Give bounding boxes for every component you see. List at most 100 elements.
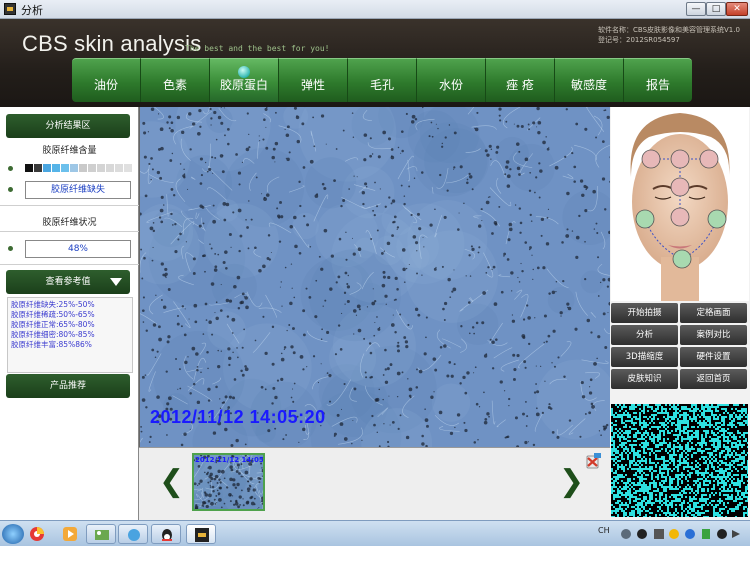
scale-swatch	[106, 164, 114, 172]
bullet-icon	[8, 187, 13, 192]
scale-swatch	[79, 164, 87, 172]
active-tab-indicator-icon	[238, 66, 250, 78]
left-cheek-marker	[635, 209, 655, 229]
cbs-app-icon[interactable]	[186, 524, 216, 544]
scale-swatch	[52, 164, 60, 172]
control-panel: 开始拍摄 定格画面 分析 案例对比 3D描缩度 硬件设置 皮肤知识 返回首页	[610, 107, 750, 520]
tab-label: 报告	[645, 78, 670, 92]
tab-label: 水份	[438, 78, 463, 92]
control-buttons: 开始拍摄 定格画面 分析 案例对比 3D描缩度 硬件设置 皮肤知识 返回首页	[611, 303, 747, 389]
delete-image-icon[interactable]	[584, 452, 602, 470]
screen-bottom	[0, 546, 750, 567]
scale-swatch	[70, 164, 78, 172]
nose-tip-marker	[670, 207, 690, 227]
brand-logo: CBS skin analysis	[22, 31, 202, 56]
bullet-icon	[8, 166, 13, 171]
face-portrait-image	[630, 113, 730, 301]
analysis-preview	[611, 404, 748, 517]
app-header: CBS skin analysis The best and the best …	[0, 19, 750, 107]
analysis-result-header: 分析结果区	[6, 114, 130, 138]
tab-7[interactable]: 敏感度	[555, 58, 624, 102]
collagen-content-label: 胶原纤维含量	[42, 146, 97, 156]
scale-swatch	[43, 164, 51, 172]
tab-2[interactable]: 胶原蛋白	[210, 58, 279, 102]
control-button-0[interactable]: 开始拍摄	[611, 303, 678, 323]
tray-language[interactable]: CH	[598, 526, 610, 535]
browser-icon[interactable]	[22, 524, 52, 544]
software-name: 软件名称：CBS皮肤影像和美容管理系统V1.0	[598, 26, 740, 34]
minimize-button[interactable]: —	[686, 2, 706, 16]
media-player-icon[interactable]	[55, 524, 85, 544]
maximize-button[interactable]: □	[706, 2, 726, 16]
tab-label: 毛孔	[369, 78, 394, 92]
previous-image-button[interactable]: ❮	[159, 464, 184, 499]
tab-0[interactable]: 油份	[72, 58, 141, 102]
tab-3[interactable]: 弹性	[279, 58, 348, 102]
product-recommend-button[interactable]: 产品推荐	[6, 374, 130, 398]
analysis-result-panel: 分析结果区 胶原纤维含量 胶原纤维缺失 胶原纤维状况 48% 查看参考值 胶原纤…	[0, 107, 139, 520]
tab-label: 色素	[162, 78, 187, 92]
tab-5[interactable]: 水份	[417, 58, 486, 102]
chin-marker	[672, 249, 692, 269]
tab-1[interactable]: 色素	[141, 58, 210, 102]
forehead-center-marker	[670, 149, 690, 169]
control-button-3[interactable]: 案例对比	[680, 325, 747, 345]
chat-icon[interactable]	[118, 524, 148, 544]
face-map	[611, 107, 749, 301]
control-button-6[interactable]: 皮肤知识	[611, 369, 678, 389]
control-button-5[interactable]: 硬件设置	[680, 347, 747, 367]
thumbnail-timestamp: 2012/11/12 14:05:20	[195, 456, 264, 464]
tab-4[interactable]: 毛孔	[348, 58, 417, 102]
image-thumbnail[interactable]: 2012/11/12 14:05:20	[192, 453, 265, 511]
collagen-scale-swatches	[25, 164, 133, 172]
analysis-preview-image	[611, 404, 748, 517]
system-tray-icons[interactable]	[618, 526, 746, 542]
chevron-down-icon	[110, 278, 122, 286]
skin-image-viewport[interactable]: 2012/11/12 14:05:20	[139, 107, 610, 447]
control-button-2[interactable]: 分析	[611, 325, 678, 345]
control-button-1[interactable]: 定格画面	[680, 303, 747, 323]
thumbnail-strip: ❮ 2012/11/12 14:05:20 ❯	[139, 447, 610, 520]
tab-label: 痤 疮	[506, 78, 534, 92]
reference-values-list: 胶原纤维缺失:25%-50% 胶原纤维稀疏:50%-65% 胶原纤维正常:65%-8…	[7, 297, 133, 373]
reference-line: 胶原纤维细密:80%-85%	[11, 330, 95, 339]
right-cheek-marker	[707, 209, 727, 229]
scale-swatch	[88, 164, 96, 172]
tab-6[interactable]: 痤 疮	[486, 58, 555, 102]
tab-8[interactable]: 报告	[624, 58, 692, 102]
qq-icon[interactable]	[151, 524, 181, 544]
divider	[0, 231, 139, 232]
forehead-right-marker	[699, 149, 719, 169]
divider	[0, 264, 139, 265]
divider	[0, 205, 139, 206]
registration-number: 登记号：2012SR054597	[598, 36, 680, 44]
application-window: 分析 — □ ✕ CBS skin analysis The best and …	[0, 0, 750, 520]
title-bar: 分析 — □ ✕	[0, 0, 750, 19]
tab-label: 油份	[93, 78, 118, 92]
close-button[interactable]: ✕	[726, 2, 748, 16]
reference-line: 胶原纤维稀疏:50%-65%	[11, 310, 95, 319]
reference-line: 胶原纤维正常:65%-80%	[11, 320, 95, 329]
window-title: 分析	[21, 4, 43, 17]
scale-swatch	[124, 164, 132, 172]
control-button-4[interactable]: 3D描缩度	[611, 347, 678, 367]
collagen-skin-image	[140, 107, 610, 447]
tab-label: 弹性	[300, 78, 325, 92]
brand-tagline: The best and the best for you!	[185, 44, 330, 53]
start-orb-icon[interactable]	[2, 524, 24, 544]
analysis-tabs: 油份 色素 胶原蛋白 弹性 毛孔 水份 痤 疮 敏感度 报告	[72, 58, 692, 102]
next-image-button[interactable]: ❯	[559, 464, 584, 499]
capture-timestamp: 2012/11/12 14:05:20	[150, 407, 326, 427]
folder-icon[interactable]	[86, 524, 116, 544]
app-icon	[4, 3, 16, 15]
scale-swatch	[61, 164, 69, 172]
view-reference-label: 查看参考值	[45, 277, 91, 287]
software-info: 软件名称：CBS皮肤影像和美容管理系统V1.0 登记号：2012SR054597	[598, 25, 740, 45]
collagen-percent-field: 48%	[25, 240, 131, 258]
scale-swatch	[97, 164, 105, 172]
bullet-icon	[8, 246, 13, 251]
nose-bridge-marker	[670, 177, 690, 197]
control-button-7[interactable]: 返回首页	[680, 369, 747, 389]
scale-swatch	[34, 164, 42, 172]
view-reference-button[interactable]: 查看参考值	[6, 270, 130, 294]
